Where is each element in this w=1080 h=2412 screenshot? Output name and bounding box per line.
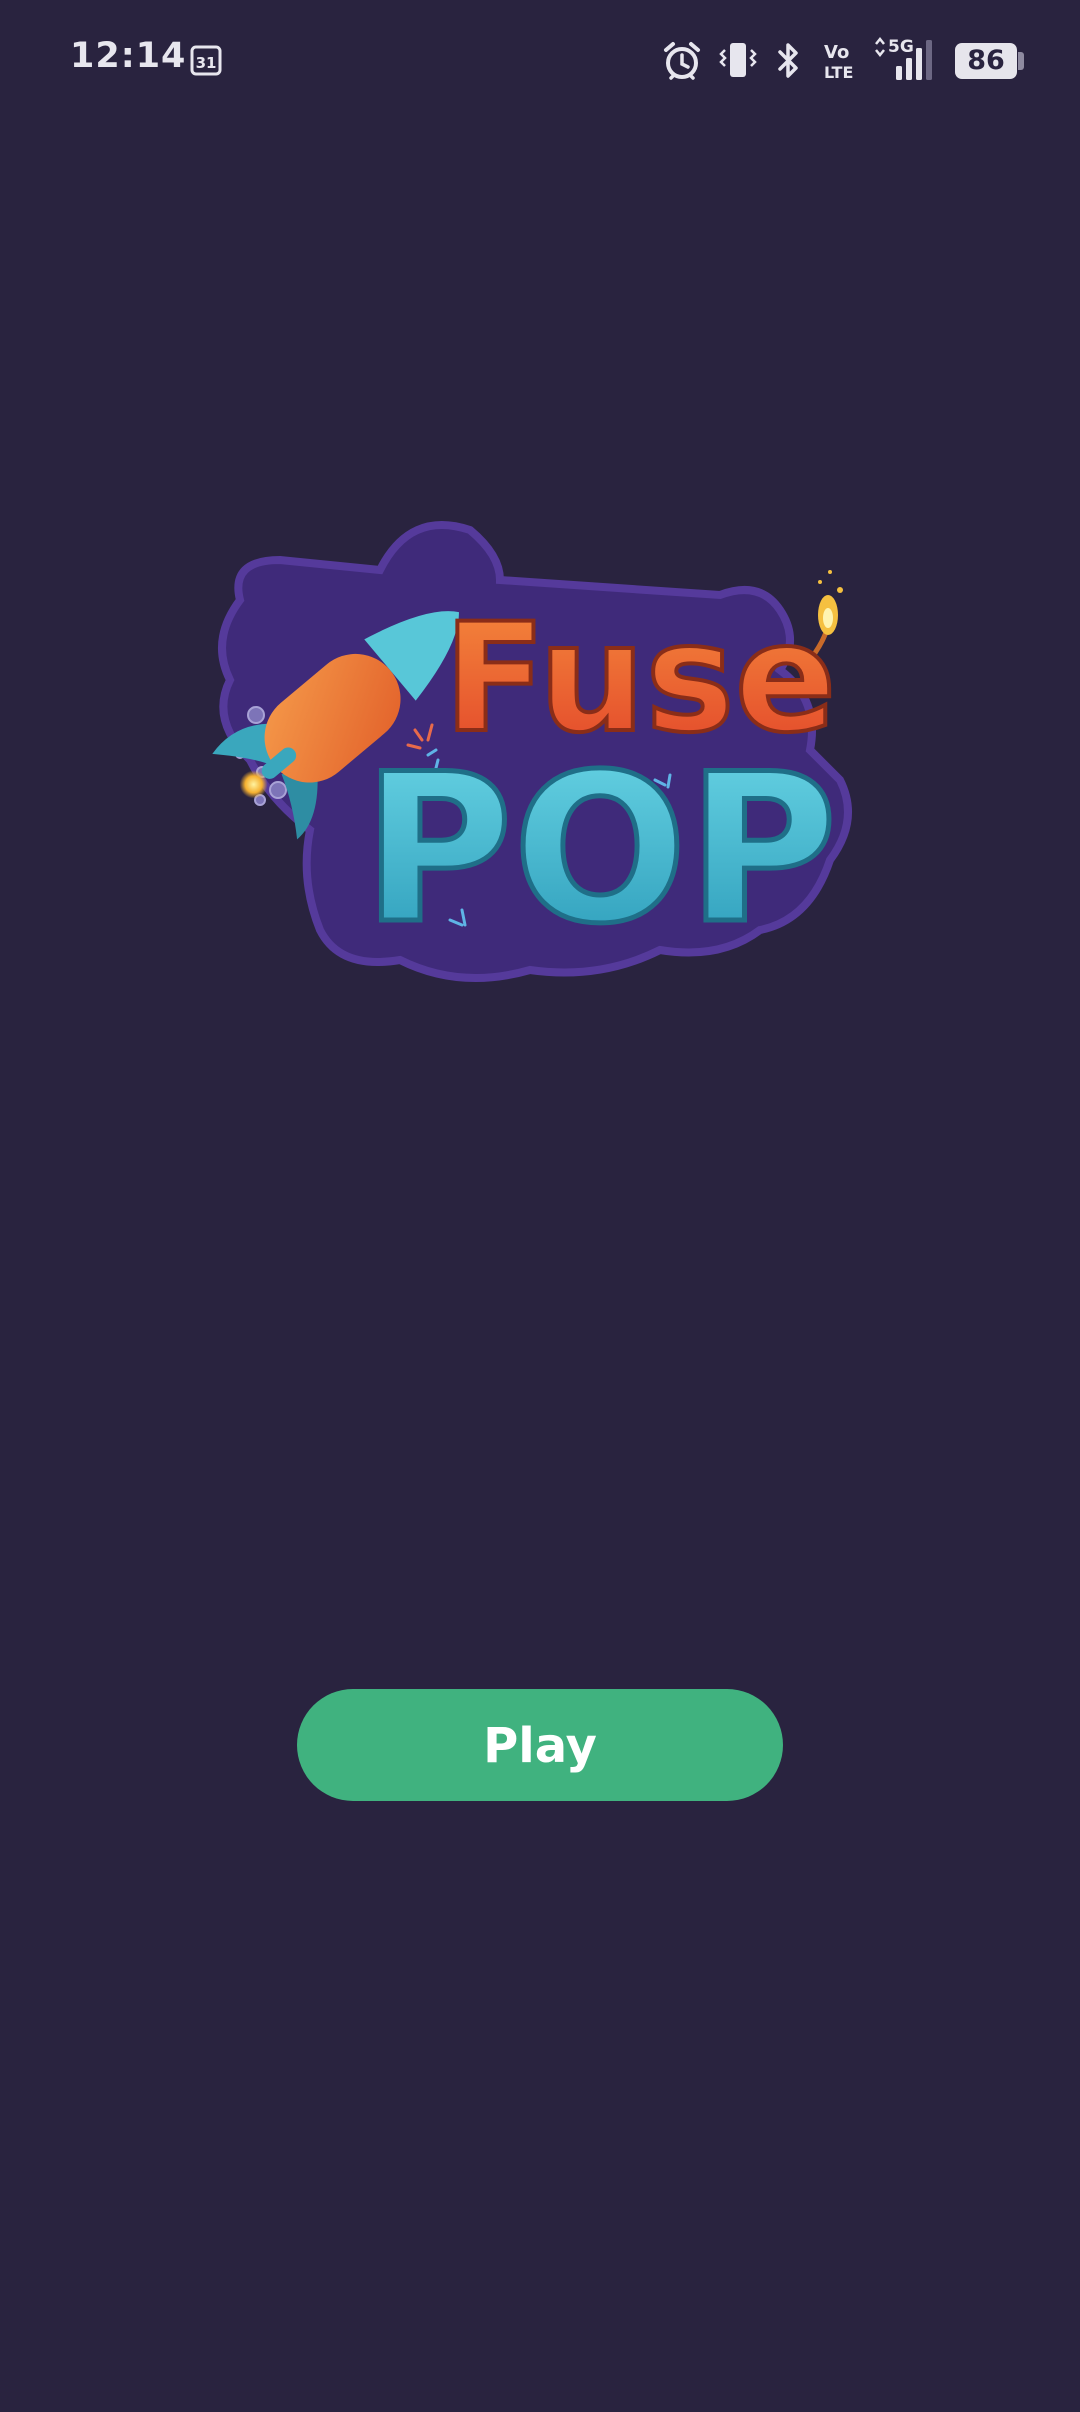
- battery-icon: 86: [955, 43, 1017, 79]
- vibrate-icon: [719, 43, 757, 77]
- svg-text:LTE: LTE: [824, 63, 853, 82]
- bluetooth-icon: [778, 43, 798, 78]
- calendar-day: 31: [196, 54, 217, 72]
- svg-text:5G: 5G: [888, 37, 914, 57]
- calendar-icon: 31: [190, 45, 222, 76]
- logo-pop-text: POP: [363, 731, 838, 969]
- battery-tip: [1018, 52, 1024, 70]
- status-time: 12:14: [70, 36, 187, 76]
- status-bar: 12:14 31 Vo LTE 5G 86: [0, 0, 1080, 120]
- play-button[interactable]: Play: [297, 1689, 783, 1801]
- signal-icon: 5G: [875, 36, 932, 80]
- fuse-pop-logo: Fuse POP: [212, 521, 852, 982]
- svg-text:Vo: Vo: [824, 42, 849, 63]
- alarm-icon: [664, 42, 700, 80]
- volte-icon: Vo LTE: [824, 42, 853, 82]
